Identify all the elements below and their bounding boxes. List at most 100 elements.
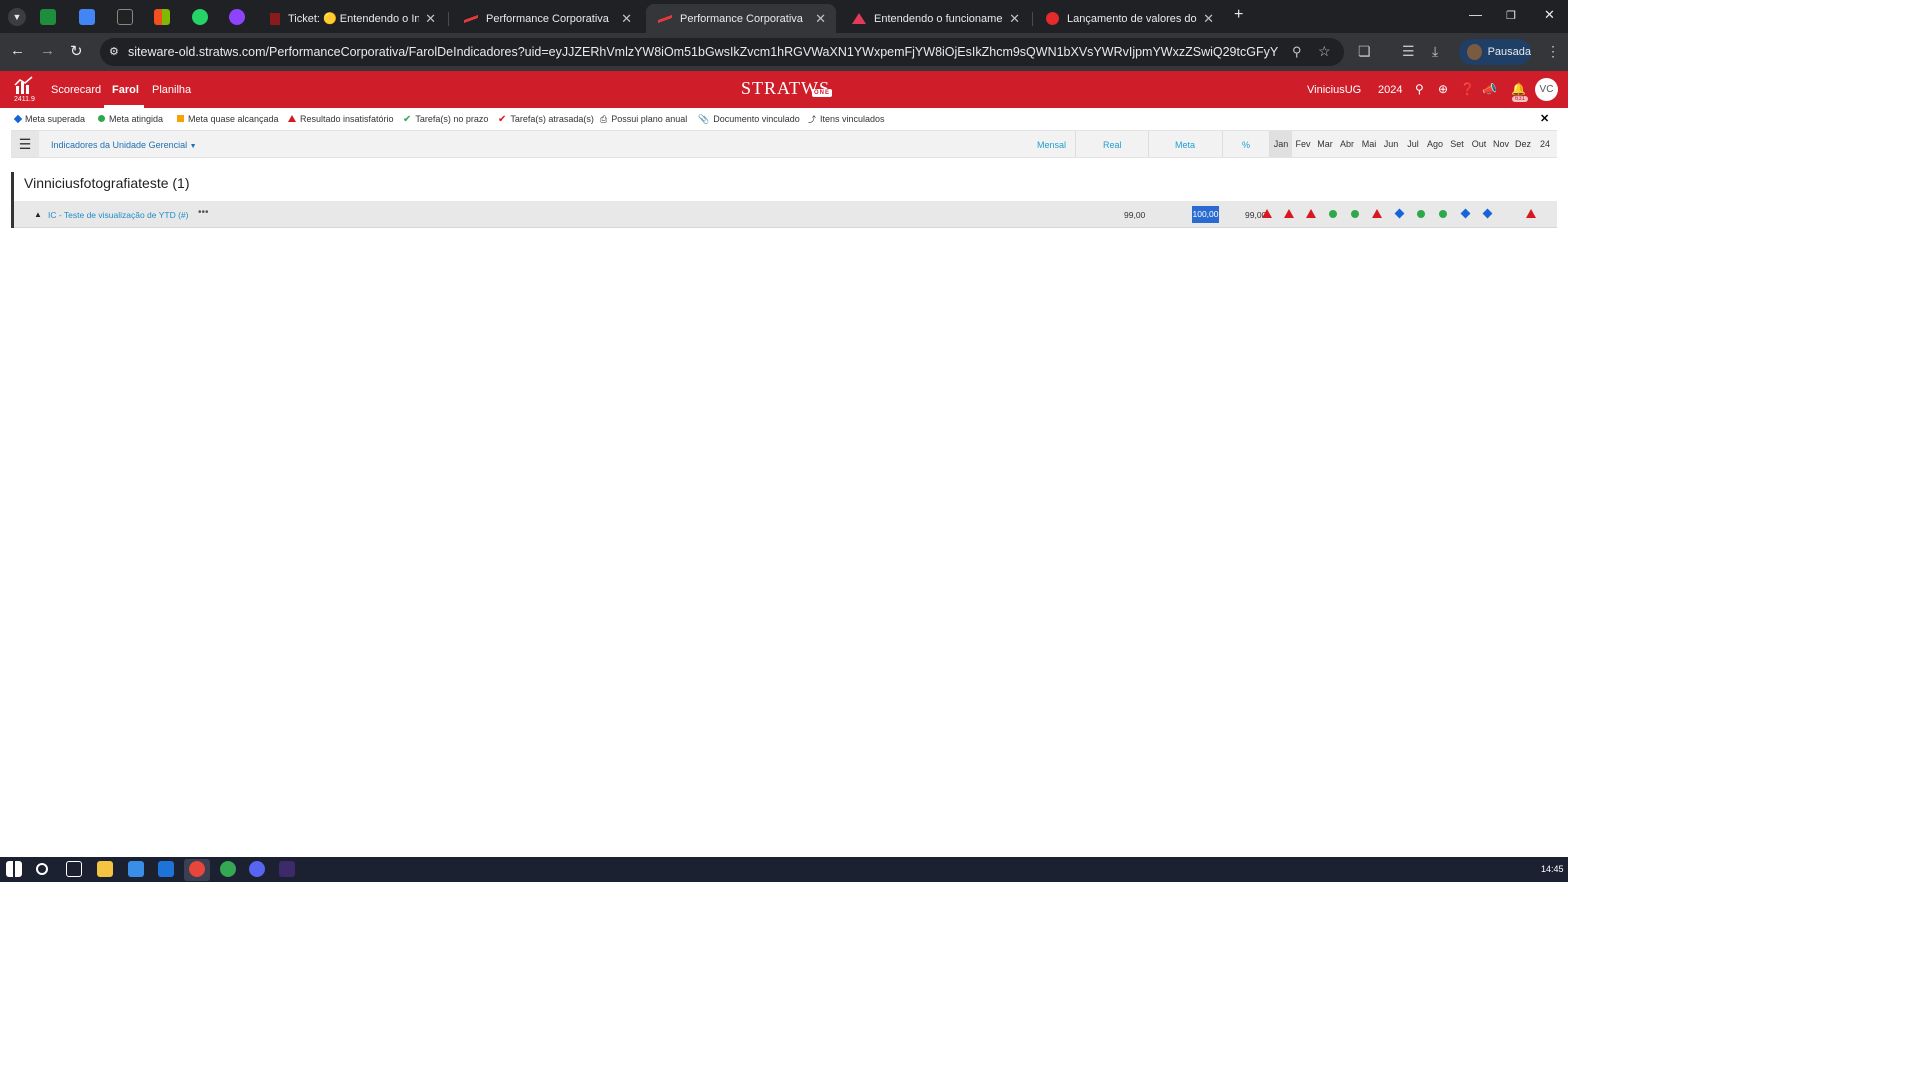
indicator-name[interactable]: IC - Teste de visualização de YTD (#): [48, 210, 188, 220]
close-icon[interactable]: ✕: [1540, 112, 1549, 125]
tab-entendendo-funcionamento[interactable]: Entendendo o funcionamento d ✕: [840, 4, 1030, 33]
column-percent: %: [1242, 140, 1251, 150]
triangle-icon[interactable]: [1306, 209, 1316, 218]
bookmark-star-icon[interactable]: ☆: [1318, 43, 1331, 60]
forward-icon[interactable]: →: [40, 42, 55, 59]
month-header-jun[interactable]: Jun: [1380, 131, 1402, 157]
year-selector[interactable]: 2024: [1378, 84, 1402, 96]
bell-icon[interactable]: 🔔: [1511, 82, 1526, 96]
indicator-meta[interactable]: 100,00: [1192, 206, 1219, 223]
discord-icon[interactable]: [249, 861, 265, 877]
month-header-out[interactable]: Out: [1468, 131, 1490, 157]
month-header-jul[interactable]: Jul: [1402, 131, 1424, 157]
diamond-icon[interactable]: [1460, 208, 1470, 219]
month-header-jan[interactable]: Jan: [1270, 131, 1292, 157]
taskbar-clock: 14:45: [1541, 864, 1564, 874]
reload-icon[interactable]: ↻: [70, 42, 83, 60]
megaphone-icon[interactable]: 📣: [1482, 82, 1497, 96]
triangle-icon[interactable]: [1372, 209, 1382, 218]
pinned-tab-calendar-icon[interactable]: [79, 9, 95, 25]
file-explorer-icon[interactable]: [97, 861, 113, 877]
month-header-fev[interactable]: Fev: [1292, 131, 1314, 157]
close-icon[interactable]: ✕: [815, 11, 826, 27]
month-header-abr[interactable]: Abr: [1336, 131, 1358, 157]
tab-performance-corporativa-1[interactable]: Performance Corporativa ✕: [452, 4, 642, 33]
table-row[interactable]: ▲ IC - Teste de visualização de YTD (#) …: [14, 201, 1557, 228]
menu-farol[interactable]: Farol: [112, 84, 139, 96]
month-header-mar[interactable]: Mar: [1314, 131, 1336, 157]
plan-icon: ⎙: [600, 114, 608, 124]
diamond-icon[interactable]: [1482, 208, 1492, 219]
user-name[interactable]: ViniciusUG: [1307, 84, 1361, 96]
back-icon[interactable]: ←: [10, 42, 25, 59]
task-view-icon[interactable]: [66, 861, 82, 877]
triangle-icon: [288, 115, 296, 122]
add-circle-icon[interactable]: ⊕: [1438, 82, 1448, 96]
chrome-profile-icon[interactable]: [220, 861, 236, 877]
tab-search-button[interactable]: ▼: [8, 8, 26, 26]
restore-icon[interactable]: ❐: [1506, 9, 1516, 22]
store-icon[interactable]: [128, 861, 144, 877]
url-text[interactable]: siteware-old.stratws.com/PerformanceCorp…: [128, 45, 1278, 59]
tab-title: Performance Corporativa: [680, 12, 803, 25]
chrome-icon[interactable]: [189, 861, 205, 877]
diamond-icon[interactable]: [1394, 208, 1404, 219]
tab-performance-corporativa-2[interactable]: Performance Corporativa ✕: [646, 4, 836, 33]
profile-button[interactable]: Pausada: [1459, 39, 1531, 65]
circle-icon[interactable]: [1417, 210, 1425, 218]
more-options-icon[interactable]: •••: [198, 207, 209, 218]
pinned-tab-sheets-icon[interactable]: [40, 9, 56, 25]
windows-taskbar: 14:45: [0, 857, 1568, 882]
pinned-tab-heart-icon[interactable]: [229, 9, 245, 25]
pinned-tab-whatsapp-icon[interactable]: [192, 9, 208, 25]
close-icon[interactable]: ✕: [1009, 11, 1020, 27]
triangle-icon[interactable]: [1284, 209, 1294, 218]
month-header-24[interactable]: 24: [1534, 131, 1556, 157]
expand-triangle-icon[interactable]: ▲: [34, 210, 42, 219]
circle-icon[interactable]: [1329, 210, 1337, 218]
mail-icon[interactable]: [158, 861, 174, 877]
circle-icon[interactable]: [1439, 210, 1447, 218]
avatar[interactable]: VC: [1535, 78, 1558, 101]
zoom-icon[interactable]: ⚲: [1292, 44, 1302, 60]
tab-lancamento-valores[interactable]: Lançamento de valores dos indi ✕: [1034, 4, 1224, 33]
menu-planilha[interactable]: Planilha: [152, 84, 191, 96]
search-icon[interactable]: [36, 863, 48, 875]
month-header-nov[interactable]: Nov: [1490, 131, 1512, 157]
circle-icon[interactable]: [1351, 210, 1359, 218]
media-controls-icon[interactable]: ☰: [1402, 43, 1415, 60]
triangle-icon[interactable]: [1262, 209, 1272, 218]
month-header-mai[interactable]: Mai: [1358, 131, 1380, 157]
hamburger-menu-icon[interactable]: ☰: [11, 131, 39, 157]
search-icon[interactable]: ⚲: [1415, 82, 1424, 96]
month-header-dez[interactable]: Dez: [1512, 131, 1534, 157]
close-icon[interactable]: ✕: [621, 11, 632, 27]
close-icon[interactable]: ✕: [425, 11, 436, 27]
pinned-tab-microsoft-icon[interactable]: [154, 9, 170, 25]
chart-logo-icon[interactable]: [14, 76, 34, 96]
tab-ticket[interactable]: Ticket: 🟡 Entendendo o Indica ✕: [258, 4, 446, 33]
period-selector[interactable]: Mensal: [1037, 140, 1066, 150]
app-icon[interactable]: [279, 861, 295, 877]
site-info-icon[interactable]: ⚙: [109, 45, 119, 58]
close-icon[interactable]: ✕: [1203, 11, 1214, 27]
downloads-icon[interactable]: ⤓: [1432, 43, 1438, 60]
triangle-icon[interactable]: [1526, 209, 1536, 218]
extensions-icon[interactable]: ❏: [1358, 43, 1371, 60]
browser-tab-strip: ▼ Ticket: 🟡 Entendendo o Indica ✕ Perfor…: [0, 0, 1568, 33]
pinned-tab-amazon-icon[interactable]: [117, 9, 133, 25]
stratws-favicon-icon: [658, 13, 672, 24]
new-tab-button[interactable]: +: [1234, 6, 1243, 24]
help-icon[interactable]: ❓: [1460, 82, 1475, 96]
unit-dropdown[interactable]: Indicadores da Unidade Gerencial ▼: [51, 140, 197, 150]
month-header-set[interactable]: Set: [1446, 131, 1468, 157]
address-bar[interactable]: ⚙ siteware-old.stratws.com/PerformanceCo…: [100, 38, 1344, 66]
tab-title: Performance Corporativa: [486, 12, 609, 25]
month-header-ago[interactable]: Ago: [1424, 131, 1446, 157]
minimize-icon[interactable]: —: [1469, 7, 1482, 22]
window-close-icon[interactable]: ✕: [1544, 7, 1555, 23]
windows-start-icon[interactable]: [6, 861, 22, 877]
browser-menu-icon[interactable]: ⋮: [1546, 43, 1560, 60]
legend-item-tarefas-no-prazo: ✔ Tarefa(s) no prazo: [403, 114, 489, 125]
menu-scorecard[interactable]: Scorecard: [51, 84, 101, 96]
